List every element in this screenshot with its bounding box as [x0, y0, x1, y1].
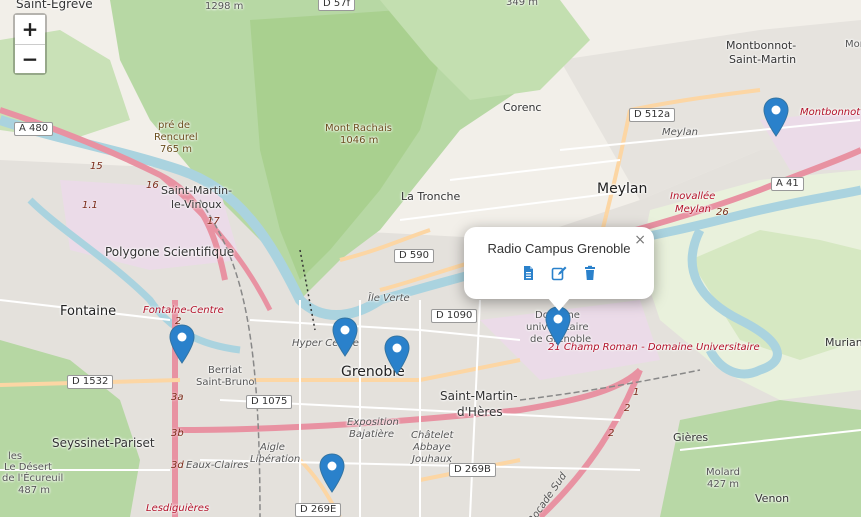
label-liberation: Libération — [250, 454, 301, 465]
road-shield-d1532: D 1532 — [67, 375, 114, 389]
marker-hyper-centre[interactable] — [332, 317, 358, 357]
popup-actions — [464, 265, 654, 285]
road-shield-d1075: D 1075 — [246, 395, 293, 409]
edit-icon[interactable] — [551, 265, 567, 281]
label-altitude: 427 m — [707, 479, 740, 490]
marker-grenoble[interactable] — [384, 335, 410, 375]
popup-tip — [547, 297, 571, 311]
marker-radio-campus[interactable] — [545, 306, 571, 346]
label-meylan-stop: Meylan — [675, 204, 711, 215]
document-icon[interactable] — [520, 265, 536, 281]
popup-title: Radio Campus Grenoble — [487, 241, 631, 256]
road-shield-d269e: D 269E — [295, 503, 342, 517]
label-saint-egreve: Saint-Égrève — [16, 0, 93, 11]
road-shield-a41: A 41 — [771, 177, 804, 191]
exit-number: 16 — [146, 180, 159, 191]
label-montbonnot: Montbonnot- — [726, 39, 797, 52]
road-shield-d590: D 590 — [394, 249, 434, 263]
exit-number: 1 — [633, 387, 640, 398]
zoom-in-button[interactable]: + — [15, 15, 45, 44]
road-shield-a480: A 480 — [14, 122, 54, 136]
label-fontaine: Fontaine — [60, 304, 117, 319]
label-saint-bruno: Saint-Bruno — [196, 377, 255, 388]
label-d-heres: d'Hères — [457, 405, 503, 419]
zoom-out-button[interactable]: − — [15, 44, 45, 73]
label-meylan: Meylan — [597, 181, 648, 197]
label-murian: Murian — [825, 336, 861, 349]
label-altitude: 765 m — [160, 144, 193, 155]
marker-montbonnot[interactable] — [763, 97, 789, 137]
exit-number: 3d — [171, 460, 184, 471]
label-meylan-small: Meylan — [662, 127, 698, 138]
label-polygone-scientifique: Polygone Scientifique — [105, 245, 235, 259]
label-corenc: Corenc — [503, 101, 542, 114]
label-ile-verte: Île Verte — [368, 293, 410, 304]
label-mont-fragment: Mont — [845, 39, 861, 50]
label-jouhaux: Jouhaux — [412, 454, 453, 465]
road-shield-d269b: D 269B — [449, 463, 496, 477]
map-container[interactable]: Saint-Égrève 1298 m D 57f 349 m Mont Mon… — [0, 0, 861, 517]
road-shield-d57f: D 57f — [318, 0, 356, 11]
label-eaux-claires: Eaux-Claires — [186, 460, 249, 471]
label-champ-roman-stop: 21 Champ Roman - Domaine Universitaire — [548, 342, 760, 353]
label-gieres: Gières — [673, 431, 709, 444]
exit-number: 2 — [624, 403, 631, 414]
label-altitude: 1298 m — [205, 1, 244, 12]
exit-number: 3b — [171, 428, 184, 439]
label-la-tronche: La Tronche — [401, 190, 461, 203]
exit-number: 3a — [171, 392, 184, 403]
marker-popup: × Radio Campus Grenoble — [464, 227, 654, 311]
exit-number: 15 — [90, 161, 103, 172]
label-bajatiere: Bajatière — [349, 429, 395, 440]
exit-number: 26 — [716, 207, 729, 218]
label-montbonnot-stop: Montbonnot - — [800, 107, 861, 118]
label-saint-martin-le: Saint-Martin- — [161, 184, 233, 197]
label-inovallee: Inovallée — [670, 191, 716, 202]
road-shield-d512a: D 512a — [629, 108, 676, 122]
label-altitude: 487 m — [18, 485, 51, 496]
zoom-control: + − — [13, 13, 47, 75]
exit-number: 17 — [207, 216, 220, 227]
label-le-vinoux: le-Vinoux — [171, 198, 222, 211]
trash-icon[interactable] — [582, 265, 598, 281]
exit-number: 2 — [608, 428, 615, 439]
marker-south[interactable] — [319, 453, 345, 493]
exit-number: 1.1 — [82, 200, 98, 211]
marker-fontaine[interactable] — [169, 324, 195, 364]
label-lesdiguieres-stop: Lesdiguières — [146, 503, 210, 514]
label-saint-martin: Saint-Martin — [729, 53, 797, 66]
label-saint-martin-d: Saint-Martin- — [440, 389, 518, 403]
label-seyssinet-pariset: Seyssinet-Pariset — [52, 436, 155, 450]
road-shield-d1090: D 1090 — [431, 309, 478, 323]
label-altitude: 349 m — [506, 0, 539, 8]
label-fontaine-centre: Fontaine-Centre — [143, 305, 224, 316]
label-venon: Venon — [755, 492, 790, 505]
label-altitude: 1046 m — [340, 135, 379, 146]
